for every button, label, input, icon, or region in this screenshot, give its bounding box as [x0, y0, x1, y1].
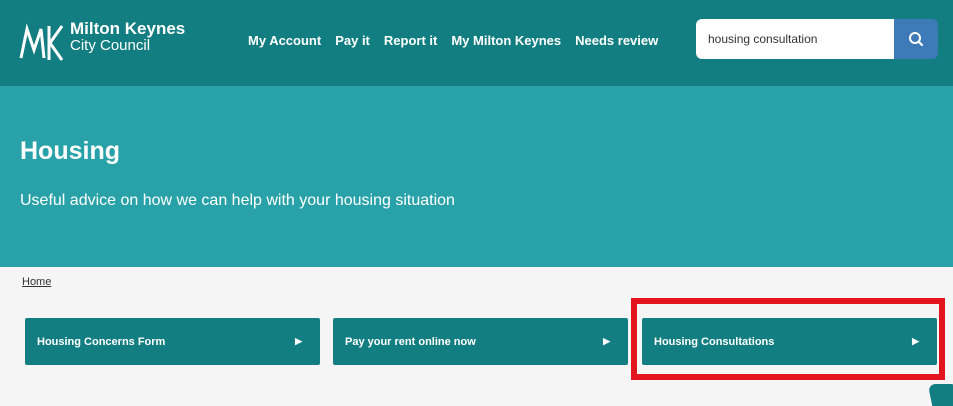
search-icon [909, 32, 924, 47]
breadcrumb-home[interactable]: Home [22, 276, 51, 288]
council-logo[interactable]: Milton Keynes City Council [18, 20, 185, 64]
arrow-right-icon: ▶ [603, 336, 610, 346]
search-button[interactable] [894, 19, 938, 59]
mk-logo-icon [19, 23, 64, 61]
search-bar [696, 19, 938, 59]
main-nav: My Account Pay it Report it My Milton Ke… [248, 33, 672, 48]
nav-my-milton-keynes[interactable]: My Milton Keynes [451, 33, 561, 48]
page-title: Housing [20, 137, 120, 165]
hero-banner: Housing Useful advice on how we can help… [0, 86, 953, 267]
highlight-box [631, 298, 945, 380]
card-label: Housing Concerns Form [37, 335, 166, 348]
nav-report-it[interactable]: Report it [384, 33, 437, 48]
logo-name: Milton Keynes [70, 19, 186, 38]
nav-needs-review[interactable]: Needs review [575, 33, 658, 48]
arrow-right-icon: ▶ [295, 336, 302, 346]
logo-text: Milton Keynes City Council [70, 20, 185, 54]
logo-subtitle: City Council [70, 37, 151, 54]
card-label: Pay your rent online now [345, 335, 476, 348]
search-input[interactable] [696, 19, 894, 59]
nav-pay-it[interactable]: Pay it [335, 33, 370, 48]
page-subtitle: Useful advice on how we can help with yo… [20, 192, 455, 209]
housing-concerns-form-card[interactable]: Housing Concerns Form ▶ [25, 318, 320, 365]
nav-my-account[interactable]: My Account [248, 33, 321, 48]
site-header: Milton Keynes City Council My Account Pa… [0, 0, 953, 86]
breadcrumb: Home [22, 276, 51, 288]
pay-rent-online-card[interactable]: Pay your rent online now ▶ [333, 318, 628, 365]
